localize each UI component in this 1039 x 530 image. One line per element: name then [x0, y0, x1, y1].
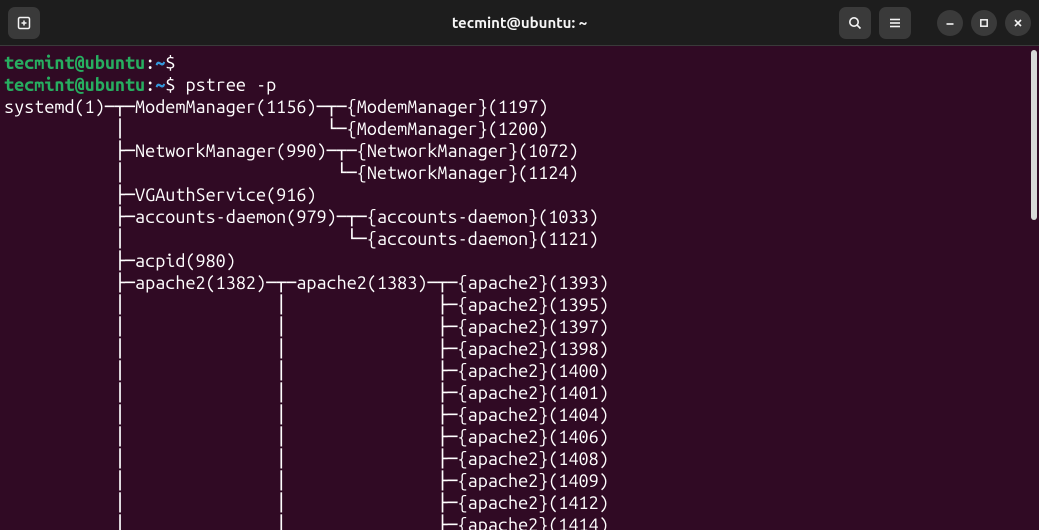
- output-line: │ │ ├─{apache2}(1414): [4, 515, 609, 530]
- prompt-colon: :: [145, 53, 155, 73]
- output-line: │ │ ├─{apache2}(1400): [4, 361, 609, 381]
- search-button[interactable]: [839, 7, 871, 39]
- output-line: │ └─{accounts-daemon}(1121): [4, 229, 599, 249]
- output-line: │ │ ├─{apache2}(1408): [4, 449, 609, 469]
- output-line: │ │ ├─{apache2}(1404): [4, 405, 609, 425]
- prompt-colon: :: [145, 75, 155, 95]
- prompt-line-2: tecmint@ubuntu:~$ pstree -p: [4, 75, 276, 95]
- output-line: ├─apache2(1382)─┬─apache2(1383)─┬─{apach…: [4, 273, 609, 293]
- command-2: pstree -p: [186, 75, 277, 95]
- output-line: │ │ ├─{apache2}(1401): [4, 383, 609, 403]
- output-line: │ │ ├─{apache2}(1395): [4, 295, 609, 315]
- close-button[interactable]: [1005, 10, 1031, 36]
- prompt-path: ~: [155, 53, 165, 73]
- scrollbar[interactable]: [1030, 46, 1039, 530]
- output-line: │ │ ├─{apache2}(1398): [4, 339, 609, 359]
- search-icon: [847, 15, 863, 31]
- output-line: │ └─{ModemManager}(1200): [4, 119, 548, 139]
- prompt-path: ~: [155, 75, 165, 95]
- prompt-line-1: tecmint@ubuntu:~$: [4, 53, 186, 73]
- output-line: │ │ ├─{apache2}(1412): [4, 493, 609, 513]
- output-line: systemd(1)─┬─ModemManager(1156)─┬─{Modem…: [4, 97, 548, 117]
- maximize-icon: [978, 17, 990, 29]
- prompt-dollar: $: [165, 53, 175, 73]
- prompt-host: ubuntu: [85, 53, 145, 73]
- output-line: ├─acpid(980): [4, 251, 236, 271]
- output-line: │ │ ├─{apache2}(1397): [4, 317, 609, 337]
- prompt-user: tecmint: [4, 75, 75, 95]
- prompt-at: @: [75, 53, 85, 73]
- new-tab-icon: [16, 15, 32, 31]
- maximize-button[interactable]: [971, 10, 997, 36]
- scrollbar-thumb[interactable]: [1031, 50, 1037, 220]
- titlebar: tecmint@ubuntu: ~: [0, 0, 1039, 46]
- menu-button[interactable]: [879, 7, 911, 39]
- prompt-at: @: [75, 75, 85, 95]
- new-tab-button[interactable]: [8, 7, 40, 39]
- minimize-icon: [944, 17, 956, 29]
- output-line: │ └─{NetworkManager}(1124): [4, 163, 579, 183]
- close-icon: [1012, 17, 1024, 29]
- output-line: │ │ ├─{apache2}(1409): [4, 471, 609, 491]
- minimize-button[interactable]: [937, 10, 963, 36]
- output-line: │ │ ├─{apache2}(1406): [4, 427, 609, 447]
- prompt-dollar: $: [165, 75, 175, 95]
- output-line: ├─NetworkManager(990)─┬─{NetworkManager}…: [4, 141, 579, 161]
- terminal-viewport[interactable]: tecmint@ubuntu:~$ tecmint@ubuntu:~$ pstr…: [0, 46, 1039, 530]
- terminal-content: tecmint@ubuntu:~$ tecmint@ubuntu:~$ pstr…: [4, 52, 1035, 530]
- hamburger-icon: [887, 15, 903, 31]
- output-line: ├─accounts-daemon(979)─┬─{accounts-daemo…: [4, 207, 599, 227]
- output-line: ├─VGAuthService(916): [4, 185, 316, 205]
- prompt-host: ubuntu: [85, 75, 145, 95]
- titlebar-left: [8, 7, 40, 39]
- prompt-user: tecmint: [4, 53, 75, 73]
- titlebar-right: [839, 7, 1031, 39]
